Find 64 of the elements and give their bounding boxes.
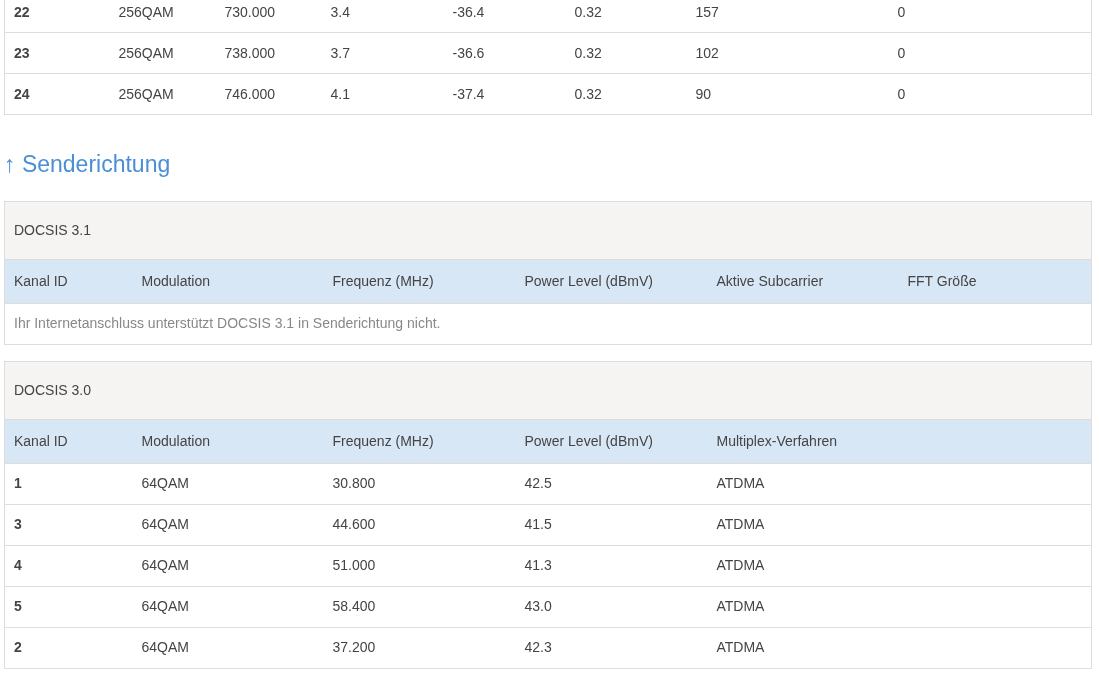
column-header: Frequenz (MHz) [323,259,516,304]
table-cell: 256QAM [109,0,216,33]
table-cell: 0 [888,73,1092,115]
column-header: Power Level (dBmV) [515,259,708,304]
table-cell: 2 [4,627,133,669]
table-cell: -36.6 [443,32,566,74]
column-header: FFT Größe [898,259,1092,304]
table-cell: 0 [888,32,1092,74]
table-cell: -37.4 [443,73,566,115]
table-cell: 157 [686,0,889,33]
column-header: Power Level (dBmV) [515,419,708,464]
column-header: Kanal ID [4,419,133,464]
table-cell: 256QAM [109,32,216,74]
table-cell: 738.000 [215,32,322,74]
table-cell: 4 [4,545,133,587]
column-header: Modulation [132,419,324,464]
table-cell: 64QAM [132,463,324,505]
table-cell: 5 [4,586,133,628]
panel-title: DOCSIS 3.1 [4,200,1092,259]
table-cell: 43.0 [515,586,708,628]
table-cell: 37.200 [323,627,516,669]
table-cell: 42.3 [515,627,708,669]
table-cell: 1 [4,463,133,505]
table-cell: ATDMA [707,545,899,587]
table-cell: 44.600 [323,504,516,546]
table-cell: 3.4 [321,0,444,33]
table-cell: 64QAM [132,545,324,587]
table-cell: 24 [4,73,110,115]
table-cell: 0.32 [565,0,687,33]
table-cell: 3.7 [321,32,444,74]
table-cell: 64QAM [132,586,324,628]
table-cell: 0 [888,0,1092,33]
table-cell: 58.400 [323,586,516,628]
table-cell: 51.000 [323,545,516,587]
table-cell: 3 [4,504,133,546]
column-header: Modulation [132,259,324,304]
table-cell: 256QAM [109,73,216,115]
table-cell: 30.800 [323,463,516,505]
table-cell: 90 [686,73,889,115]
table-cell: 41.5 [515,504,708,546]
table-cell: 730.000 [215,0,322,33]
table-cell: ATDMA [707,627,899,669]
table-cell: ATDMA [707,586,899,628]
table-cell: 4.1 [321,73,444,115]
table-cell: ATDMA [707,463,899,505]
column-header: Multiplex-Verfahren [707,419,899,464]
table-cell: 102 [686,32,889,74]
section-heading: ↑ Senderichtung [4,151,172,179]
table-cell: ATDMA [707,504,899,546]
panel-title: DOCSIS 3.0 [4,360,1092,419]
table-cell: -36.4 [443,0,566,33]
column-header: Kanal ID [4,259,133,304]
table-cell: 64QAM [132,627,324,669]
table-cell: 41.3 [515,545,708,587]
table-cell: 42.5 [515,463,708,505]
column-header: Frequenz (MHz) [323,419,516,464]
table-cell: 746.000 [215,73,322,115]
table-cell: 64QAM [132,504,324,546]
table-cell: 22 [4,0,110,33]
column-header: Aktive Subcarrier [707,259,899,304]
info-message: Ihr Internetanschluss unterstützt DOCSIS 3.1 in Senderichtung nicht. [4,303,1092,345]
table-cell: 0.32 [565,32,687,74]
table-cell: 23 [4,32,110,74]
table-cell: 0.32 [565,73,687,115]
